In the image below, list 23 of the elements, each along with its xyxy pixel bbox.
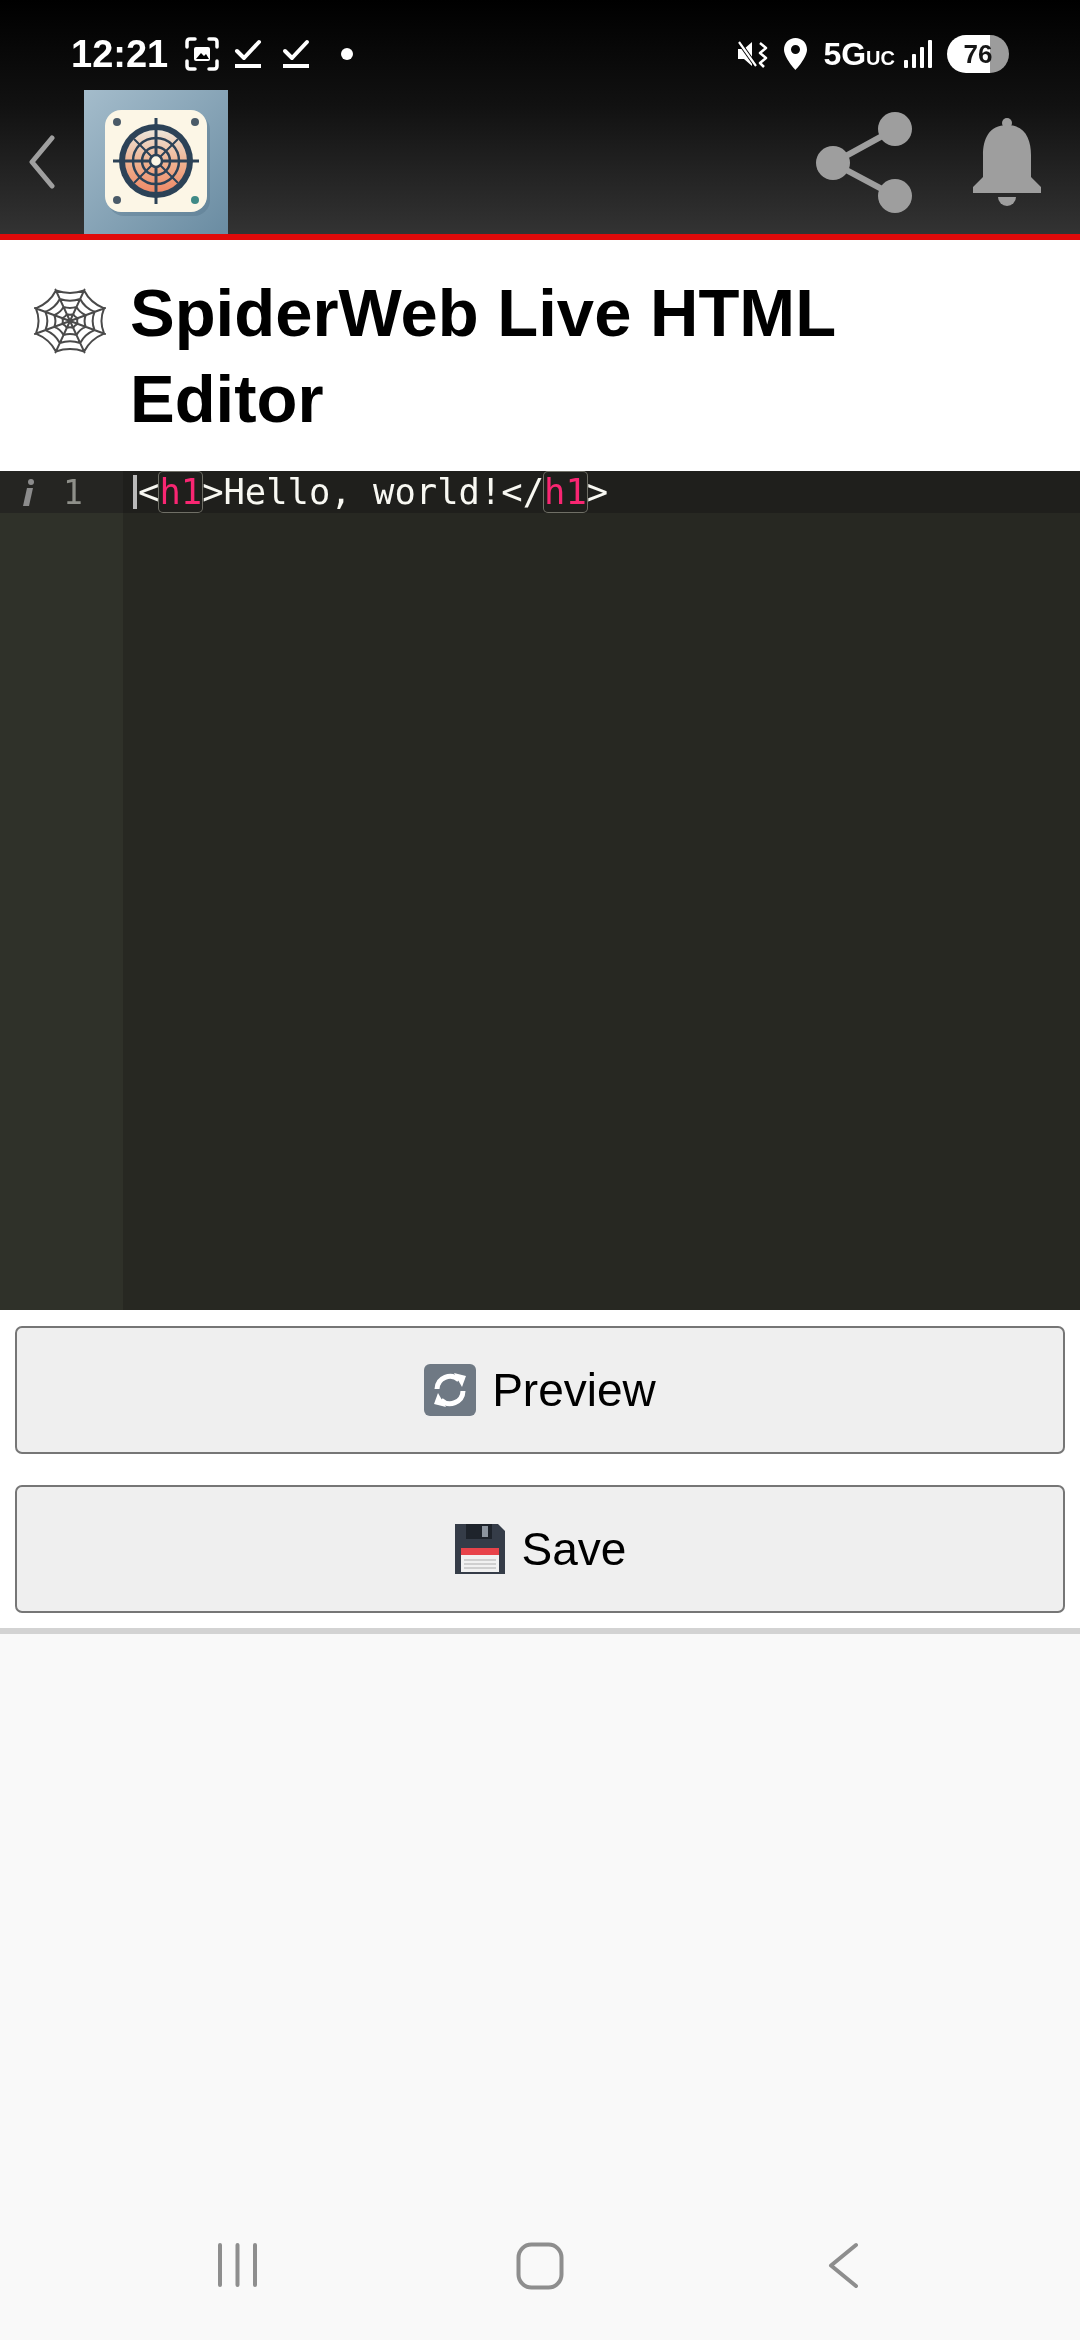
- notification-dot-icon: [341, 48, 354, 60]
- status-time: 12:21: [71, 35, 169, 73]
- page-title: SpiderWeb Live HTML Editor: [130, 274, 836, 438]
- screenshot-icon: [185, 37, 220, 71]
- signal-icon: [904, 40, 933, 68]
- home-icon[interactable]: [516, 2242, 564, 2290]
- network-type: 5GUC: [823, 38, 895, 70]
- refresh-icon: [424, 1364, 477, 1416]
- check-icon: [282, 39, 311, 69]
- spider-web-target-icon: [84, 90, 228, 234]
- recent-apps-icon[interactable]: [216, 2242, 258, 2288]
- battery-indicator: 76: [947, 35, 1009, 73]
- code-line[interactable]: <h1>Hello, world!</h1>: [138, 472, 609, 512]
- back-icon[interactable]: [827, 2242, 859, 2289]
- muted-speaker-icon: [737, 39, 769, 69]
- line-number: 1: [63, 475, 83, 509]
- location-icon: [784, 38, 808, 70]
- text-cursor: [133, 475, 137, 509]
- back-icon[interactable]: [28, 135, 56, 189]
- action-button[interactable]: Preview: [15, 1326, 1065, 1454]
- check-icon: [234, 39, 263, 69]
- share-icon[interactable]: [815, 110, 913, 214]
- action-button[interactable]: Save: [15, 1485, 1065, 1613]
